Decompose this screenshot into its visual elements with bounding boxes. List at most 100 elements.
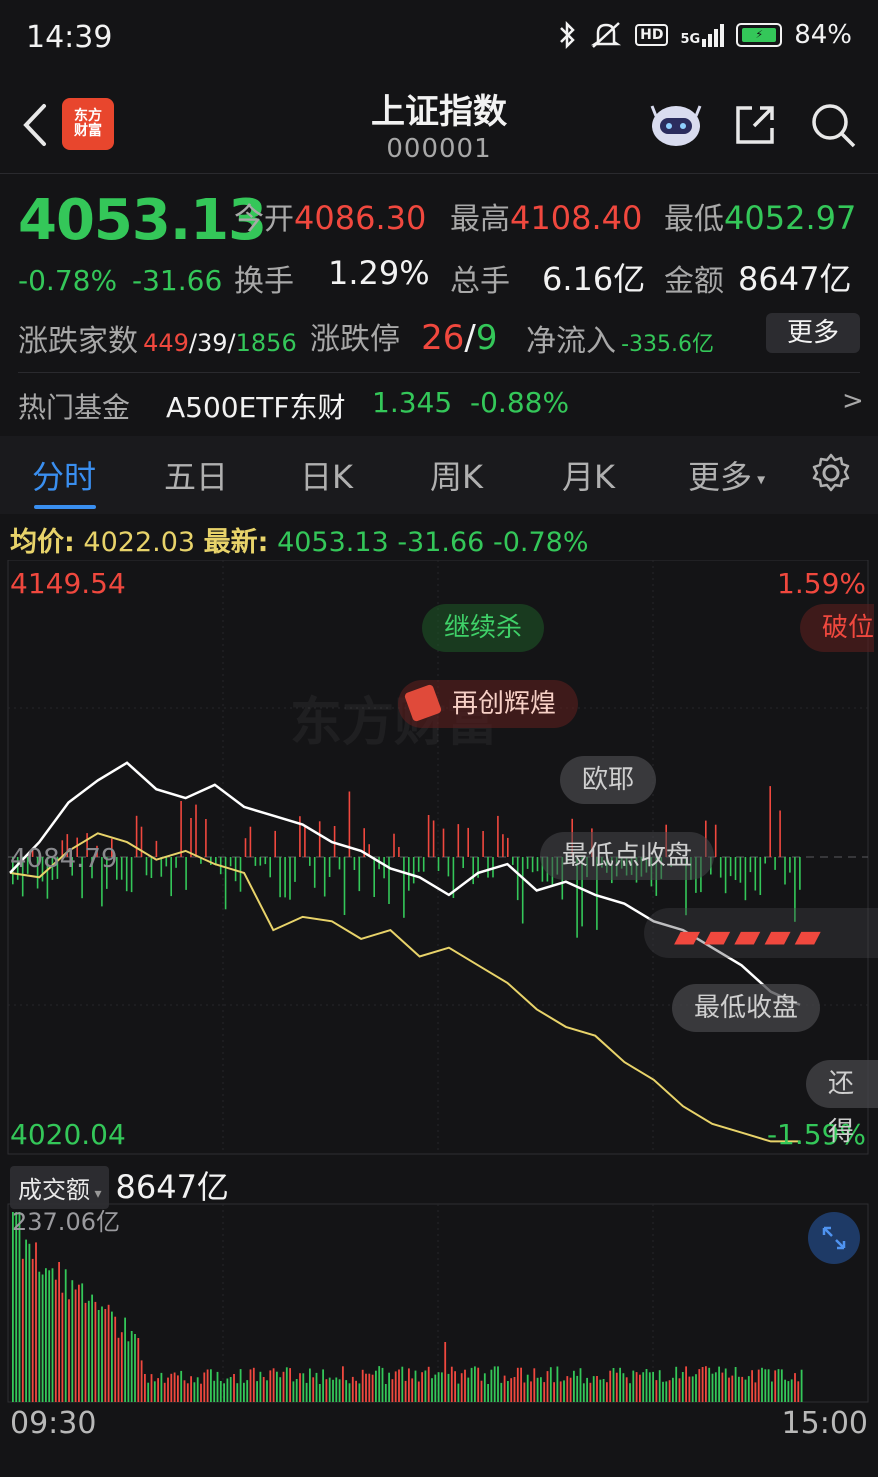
flow-bar xyxy=(155,840,158,857)
volume-bar xyxy=(612,1368,615,1402)
volume-bar xyxy=(375,1370,377,1402)
flow-bar xyxy=(309,857,311,866)
volume-bar xyxy=(771,1381,773,1402)
volume-bar xyxy=(447,1373,450,1402)
volume-bar xyxy=(401,1366,404,1402)
high-value: 4108.40 xyxy=(510,199,643,237)
volume-bar xyxy=(507,1381,509,1402)
tab-more[interactable]: 更多 ▾ xyxy=(688,452,765,498)
search-icon[interactable] xyxy=(808,100,858,150)
danmaku-comment[interactable]: 还得 xyxy=(806,1060,878,1147)
flow-bar xyxy=(190,818,192,857)
volume-bar xyxy=(701,1367,704,1402)
volume-bar xyxy=(678,1378,681,1402)
signal-icon: 5G xyxy=(680,23,725,47)
breadth-down: 1856 xyxy=(235,329,297,357)
hot-fund-row[interactable]: 热门基金 A500ETF东财 1.345 -0.88% > xyxy=(0,372,878,434)
flow-bar xyxy=(507,837,509,857)
tab-monthly-k[interactable]: 月K xyxy=(562,452,615,498)
more-button[interactable]: 更多 xyxy=(766,313,860,353)
volume-bar xyxy=(68,1299,70,1402)
volume-bar xyxy=(74,1289,77,1402)
change-value: -31.66 xyxy=(132,264,223,297)
flow-bar xyxy=(744,857,747,901)
flow-bar xyxy=(769,786,771,857)
danmaku-comment[interactable]: 破位 xyxy=(800,604,875,652)
volume-bar xyxy=(309,1368,311,1402)
volume-bar xyxy=(243,1382,245,1402)
flow-bar xyxy=(135,815,138,857)
danmaku-red-packet[interactable]: ▰▰▰▰▰ xyxy=(644,908,878,958)
volume-bar xyxy=(543,1382,546,1402)
latest-value: 4053.13 xyxy=(277,527,389,558)
volume-bar xyxy=(566,1376,569,1402)
volume-bar xyxy=(315,1372,318,1402)
volume-bar xyxy=(25,1239,27,1402)
volume-bar xyxy=(596,1376,598,1402)
volume-bar xyxy=(761,1367,763,1402)
danmaku-comment[interactable]: 最低点收盘 xyxy=(540,832,715,880)
tab-daily-k[interactable]: 日K xyxy=(300,452,353,498)
volume-bar xyxy=(635,1372,638,1402)
flow-bar xyxy=(249,826,252,857)
volume-bar xyxy=(94,1301,97,1402)
volume-bar xyxy=(12,1212,14,1402)
volume-bar xyxy=(299,1373,301,1402)
status-time: 14:39 xyxy=(26,20,113,55)
volume-bar xyxy=(698,1369,701,1402)
tab-five-day[interactable]: 五日 xyxy=(164,452,228,498)
volume-bar xyxy=(569,1377,572,1402)
volume-bar xyxy=(490,1369,493,1402)
volume-bar xyxy=(503,1375,506,1402)
limit-down: 9 xyxy=(475,318,498,358)
flow-bar xyxy=(274,830,276,857)
volume-bar xyxy=(738,1376,740,1402)
axis-prev-close: 4084.79 xyxy=(10,844,118,874)
tab-weekly-k[interactable]: 周K xyxy=(430,452,483,498)
low-stat: 最低4052.97 xyxy=(664,194,856,238)
danmaku-comment[interactable]: 欧耶 xyxy=(560,756,657,804)
volume-bar xyxy=(579,1368,582,1402)
flow-bar xyxy=(234,857,237,882)
flow-bar xyxy=(140,826,143,857)
tab-intraday[interactable]: 分时 xyxy=(32,452,96,498)
chevron-right-icon[interactable]: > xyxy=(842,386,864,416)
flow-bar xyxy=(239,857,242,892)
robot-assistant-icon[interactable] xyxy=(648,98,704,150)
volume-bar xyxy=(609,1370,612,1402)
danmaku-comment[interactable]: 最低收盘 xyxy=(672,984,821,1032)
volume-bar xyxy=(526,1374,529,1402)
flow-bar xyxy=(497,815,499,857)
volume-bar xyxy=(213,1380,216,1402)
volume-bar xyxy=(721,1372,724,1402)
volume-bar xyxy=(249,1369,252,1402)
volume-bar xyxy=(114,1316,117,1402)
volume-bar xyxy=(784,1379,786,1402)
volume-bar xyxy=(186,1383,189,1402)
volume-bar xyxy=(196,1377,199,1402)
danmaku-comment[interactable]: 再创辉煌 xyxy=(398,680,579,728)
latest-change: -31.66 xyxy=(397,527,485,558)
volume-bar xyxy=(592,1376,595,1402)
expand-button[interactable] xyxy=(808,1212,860,1264)
volume-bar xyxy=(332,1379,334,1402)
volume-bar xyxy=(787,1381,790,1402)
battery-icon: ⚡ xyxy=(736,23,783,47)
hd-badge: HD xyxy=(635,24,669,46)
volume-bar xyxy=(398,1369,400,1402)
turnover-value: 1.29% xyxy=(328,254,430,292)
volume-max-label: 237.06亿 xyxy=(12,1208,120,1236)
volume-bar xyxy=(625,1377,628,1402)
volume-bar xyxy=(160,1372,163,1402)
expand-icon xyxy=(822,1226,846,1250)
danmaku-comment[interactable]: 继续杀 xyxy=(422,604,545,652)
volume-chart[interactable]: 237.06亿 xyxy=(0,1200,878,1406)
volume-bar xyxy=(58,1262,60,1402)
volume-bar xyxy=(559,1381,562,1402)
gear-icon[interactable] xyxy=(810,452,852,494)
share-icon[interactable] xyxy=(732,100,778,148)
volume-bar xyxy=(282,1371,285,1402)
volume-bar xyxy=(434,1374,437,1402)
flow-bar xyxy=(472,857,474,885)
flow-bar xyxy=(388,857,390,904)
